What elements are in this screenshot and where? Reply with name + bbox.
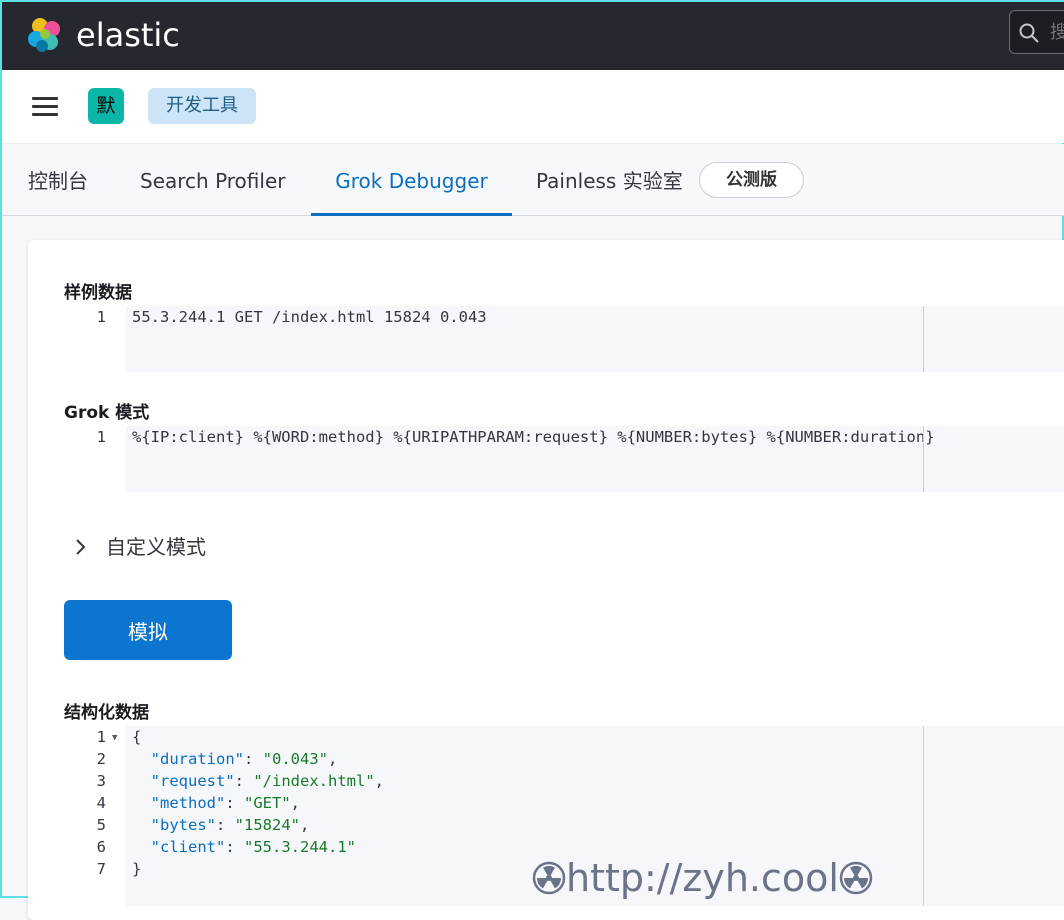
json-value: "0.043" xyxy=(262,750,328,768)
custom-patterns-label: 自定义模式 xyxy=(106,535,206,559)
tab-painless-lab[interactable]: Painless 实验室 xyxy=(536,144,683,216)
json-key: "bytes" xyxy=(150,816,216,834)
breadcrumb[interactable]: 开发工具 xyxy=(148,88,256,124)
json-field: "method": "GET", xyxy=(150,794,301,812)
print-margin xyxy=(923,306,924,372)
line-number: 5 xyxy=(96,816,106,834)
json-open-brace: { xyxy=(132,728,142,746)
line-number: 3 xyxy=(96,772,106,790)
line-number: 1 xyxy=(96,308,106,326)
structured-data-label: 结构化数据 xyxy=(64,703,149,723)
json-key: "request" xyxy=(150,772,235,790)
json-separator: , xyxy=(328,750,338,768)
tab-search-profiler[interactable]: Search Profiler xyxy=(140,144,285,216)
json-separator: , xyxy=(300,816,310,834)
json-key: "method" xyxy=(150,794,226,812)
line-number: 1 xyxy=(96,428,106,446)
editor-gutter: 1 xyxy=(64,306,126,372)
elastic-logo-icon[interactable] xyxy=(26,16,64,54)
line-number: 2 xyxy=(96,750,106,768)
watermark: http://zyh.cool xyxy=(532,854,873,902)
tab-grok-debugger[interactable]: Grok Debugger xyxy=(311,144,512,216)
json-value: "55.3.244.1" xyxy=(244,838,356,856)
editor-gutter: 1 xyxy=(64,426,126,492)
json-separator: , xyxy=(290,794,301,812)
json-value: "GET" xyxy=(244,794,291,812)
radiation-icon xyxy=(839,861,873,895)
sample-data-editor[interactable]: 1 55.3.244.1 GET /index.html 15824 0.043 xyxy=(64,306,1064,372)
fold-caret-icon[interactable]: ▼ xyxy=(112,733,117,743)
hamburger-menu-icon[interactable] xyxy=(32,97,58,117)
json-close-brace: } xyxy=(132,860,142,878)
print-margin xyxy=(923,426,924,492)
space-avatar[interactable]: 默 xyxy=(88,88,124,124)
search-input[interactable] xyxy=(1050,17,1064,47)
tab-console[interactable]: 控制台 xyxy=(28,144,88,216)
sample-data-label: 样例数据 xyxy=(64,283,132,303)
line-number: 6 xyxy=(96,838,106,856)
brand-name[interactable]: elastic xyxy=(76,16,180,54)
grok-pattern-editor[interactable]: 1 %{IP:client} %{WORD:method} %{URIPATHP… xyxy=(64,426,1064,492)
chevron-right-icon xyxy=(76,539,86,555)
line-number: 7 xyxy=(96,860,106,878)
json-field: "client": "55.3.244.1" xyxy=(150,838,356,856)
json-field: "bytes": "15824", xyxy=(150,816,310,834)
json-field: "duration": "0.043", xyxy=(150,750,338,768)
code-line: %{IP:client} %{WORD:method} %{URIPATHPAR… xyxy=(132,428,935,446)
json-value: "/index.html" xyxy=(253,772,375,790)
dev-tools-tabs: 控制台 Search Profiler Grok Debugger Painle… xyxy=(2,144,1064,216)
beta-badge: 公测版 xyxy=(699,162,804,198)
line-number: 4 xyxy=(96,794,106,812)
code-line: 55.3.244.1 GET /index.html 15824 0.043 xyxy=(132,308,487,326)
sub-header: 默 开发工具 xyxy=(2,70,1064,143)
radiation-icon xyxy=(532,861,566,895)
line-number: 1 xyxy=(96,728,106,746)
editor-gutter: 1 2 3 4 5 6 7 ▼ xyxy=(64,726,126,906)
json-field: "request": "/index.html", xyxy=(150,772,385,790)
watermark-text: http://zyh.cool xyxy=(566,856,839,900)
top-header: elastic xyxy=(2,2,1064,70)
json-key: "client" xyxy=(150,838,226,856)
grok-pattern-label: Grok 模式 xyxy=(64,403,150,423)
json-key: "duration" xyxy=(150,750,244,768)
print-margin xyxy=(923,726,924,906)
search-icon xyxy=(1019,23,1039,43)
json-separator: , xyxy=(374,772,385,790)
global-search[interactable] xyxy=(1009,10,1064,54)
simulate-button[interactable]: 模拟 xyxy=(64,600,232,660)
json-value: "15824" xyxy=(234,816,300,834)
